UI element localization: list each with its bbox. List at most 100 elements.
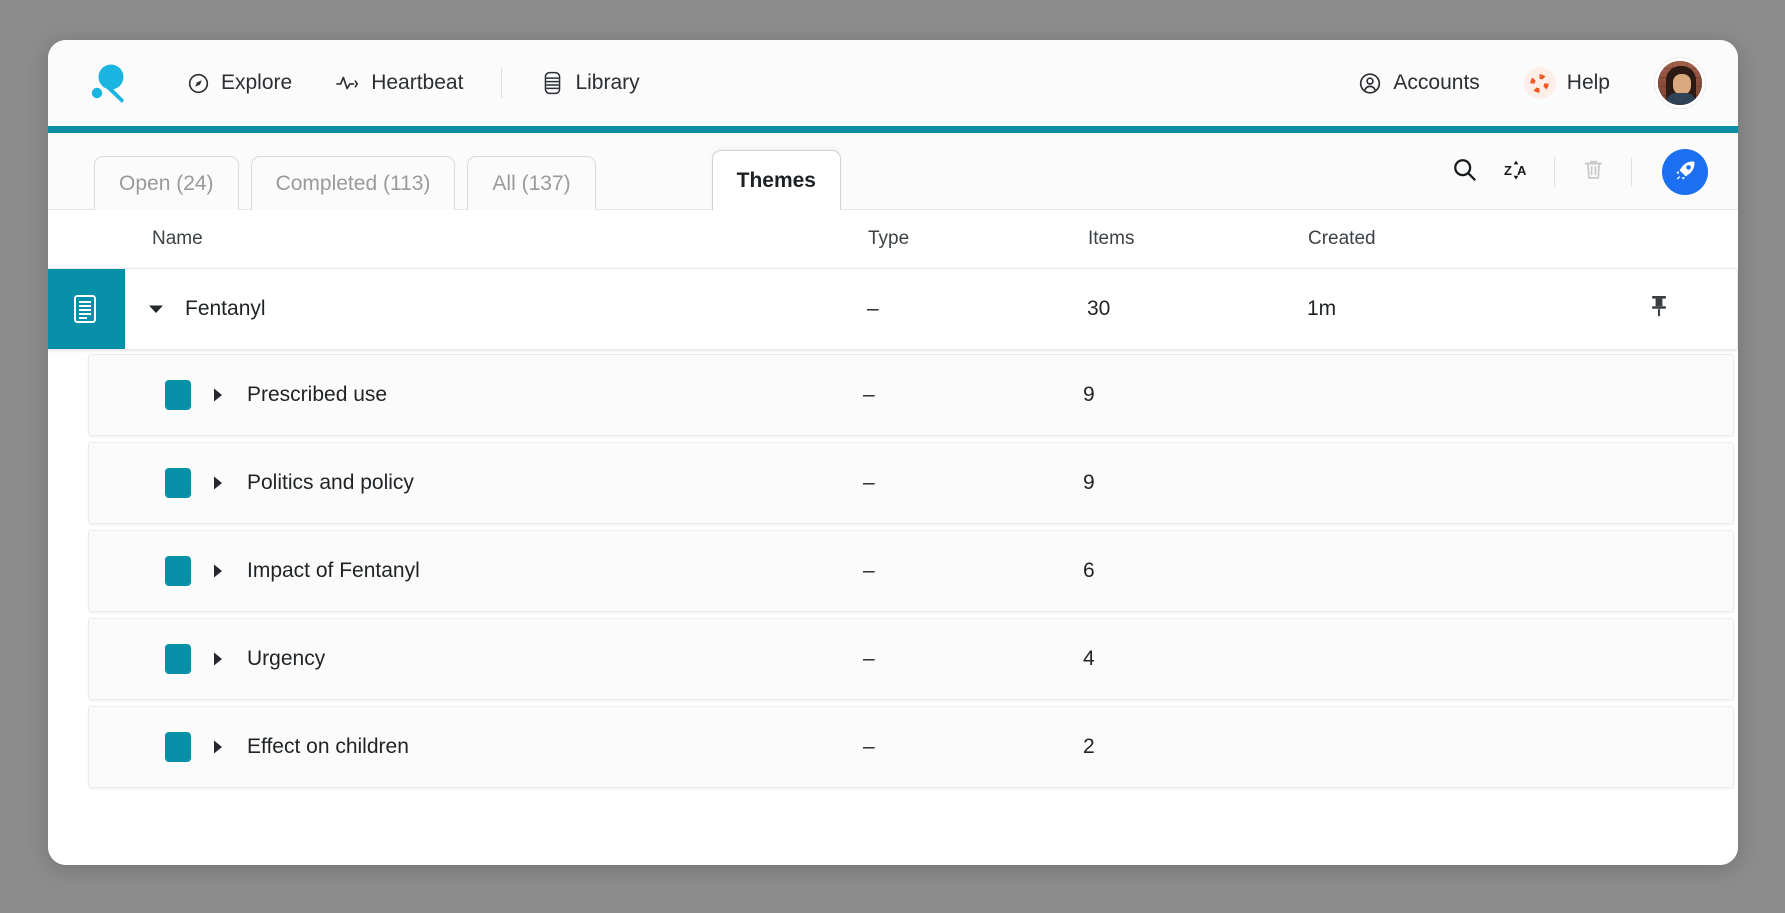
table-row-child[interactable]: Effect on children – 2: [88, 706, 1734, 788]
nav-item-accounts[interactable]: Accounts: [1336, 63, 1501, 103]
table-header-row: Name Type Items Created: [48, 210, 1738, 268]
secondary-nav: Accounts Help: [1336, 59, 1702, 107]
delete-button[interactable]: [1567, 150, 1619, 194]
child-items: 6: [1083, 559, 1095, 582]
child-name-cell: Effect on children: [129, 707, 863, 787]
child-indent: [89, 619, 129, 699]
primary-nav: Explore Heartbeat Library: [164, 63, 662, 103]
tab-completed[interactable]: Completed (113): [250, 156, 456, 210]
theme-color-swatch: [165, 380, 191, 410]
child-pin-slot: [1643, 531, 1733, 611]
nav-item-library[interactable]: Library: [518, 63, 661, 103]
child-indent: [89, 355, 129, 435]
table-row-child[interactable]: Politics and policy – 9: [88, 442, 1734, 524]
tab-themes[interactable]: Themes: [711, 150, 841, 210]
child-name: Prescribed use: [247, 383, 388, 406]
app-header: Explore Heartbeat Library Accounts Help: [48, 40, 1738, 126]
parent-created: 1m: [1307, 297, 1337, 320]
table-row-child[interactable]: Prescribed use – 9: [88, 354, 1734, 436]
nav-item-help[interactable]: Help: [1502, 59, 1632, 107]
child-pin-slot: [1643, 443, 1733, 523]
tab-strip: Open (24) Completed (113) All (137) Them…: [48, 133, 1738, 210]
child-type: –: [863, 647, 875, 670]
column-header-items[interactable]: Items: [1088, 228, 1308, 250]
theme-color-swatch: [165, 644, 191, 674]
nav-label-accounts: Accounts: [1393, 71, 1480, 94]
rocket-icon: [1672, 158, 1698, 187]
database-icon: [540, 71, 564, 95]
caret-down-icon[interactable]: [143, 303, 169, 315]
child-type: –: [863, 735, 875, 758]
launch-button[interactable]: [1662, 149, 1708, 195]
avatar[interactable]: [1658, 61, 1702, 105]
child-pin-slot: [1643, 355, 1733, 435]
child-name: Impact of Fentanyl: [247, 559, 420, 582]
theme-color-swatch: [165, 556, 191, 586]
parent-name-cell: Fentanyl: [125, 269, 867, 349]
child-name: Effect on children: [247, 735, 409, 758]
column-header-type[interactable]: Type: [868, 228, 1088, 250]
child-indent: [89, 707, 129, 787]
sort-button[interactable]: Z A: [1490, 150, 1542, 194]
compass-icon: [186, 71, 210, 95]
table-body: Fentanyl – 30 1m Prescribed use – 9 Poli…: [48, 268, 1738, 788]
child-indent: [89, 531, 129, 611]
nav-label-heartbeat: Heartbeat: [371, 71, 464, 94]
table-row-parent[interactable]: Fentanyl – 30 1m: [48, 268, 1738, 350]
avatar-body: [1666, 93, 1696, 105]
child-name-cell: Urgency: [129, 619, 863, 699]
svg-text:A: A: [1517, 163, 1527, 178]
parent-items: 30: [1087, 297, 1111, 320]
column-header-name[interactable]: Name: [128, 228, 868, 250]
caret-right-icon[interactable]: [205, 739, 231, 755]
nav-item-heartbeat[interactable]: Heartbeat: [314, 63, 485, 103]
tab-completed-label: Completed (113): [275, 171, 431, 195]
caret-right-icon[interactable]: [205, 651, 231, 667]
child-pin-slot: [1643, 707, 1733, 787]
child-created: [1303, 619, 1643, 699]
nav-label-explore: Explore: [221, 71, 293, 94]
child-created: [1303, 443, 1643, 523]
lifebuoy-icon: [1523, 67, 1556, 99]
column-header-created[interactable]: Created: [1308, 228, 1648, 250]
child-name-cell: Prescribed use: [129, 355, 863, 435]
theme-color-swatch: [165, 468, 191, 498]
theme-list-icon: [48, 269, 125, 349]
parent-name: Fentanyl: [185, 297, 266, 320]
app-window: Explore Heartbeat Library Accounts Help …: [48, 40, 1738, 865]
avatar-face: [1673, 74, 1691, 95]
table-row-child[interactable]: Urgency – 4: [88, 618, 1734, 700]
svg-text:Z: Z: [1504, 163, 1512, 178]
caret-right-icon[interactable]: [205, 387, 231, 403]
nav-label-library: Library: [575, 71, 640, 94]
tab-all[interactable]: All (137): [467, 156, 596, 210]
tab-themes-label: Themes: [736, 168, 816, 192]
tab-open[interactable]: Open (24): [94, 156, 239, 210]
caret-right-icon[interactable]: [205, 475, 231, 491]
tab-all-label: All (137): [492, 171, 571, 195]
child-items: 4: [1083, 647, 1095, 670]
child-name-cell: Impact of Fentanyl: [129, 531, 863, 611]
accent-bar: [48, 126, 1738, 133]
nav-divider: [501, 68, 503, 98]
search-icon: [1451, 156, 1478, 188]
caret-right-icon[interactable]: [205, 563, 231, 579]
theme-color-swatch: [165, 732, 191, 762]
nav-item-explore[interactable]: Explore: [164, 63, 314, 103]
child-name: Urgency: [247, 647, 326, 670]
child-created: [1303, 707, 1643, 787]
pin-button[interactable]: [1647, 269, 1737, 349]
table-row-child[interactable]: Impact of Fentanyl – 6: [88, 530, 1734, 612]
child-items: 9: [1083, 383, 1095, 406]
trash-icon: [1581, 157, 1606, 187]
parent-type: –: [867, 297, 879, 320]
child-indent: [89, 443, 129, 523]
search-button[interactable]: [1438, 150, 1490, 194]
account-circle-icon: [1358, 71, 1382, 95]
child-type: –: [863, 383, 875, 406]
lookback-logo-icon[interactable]: [86, 61, 130, 105]
child-name: Politics and policy: [247, 471, 414, 494]
child-pin-slot: [1643, 619, 1733, 699]
child-name-cell: Politics and policy: [129, 443, 863, 523]
child-created: [1303, 355, 1643, 435]
